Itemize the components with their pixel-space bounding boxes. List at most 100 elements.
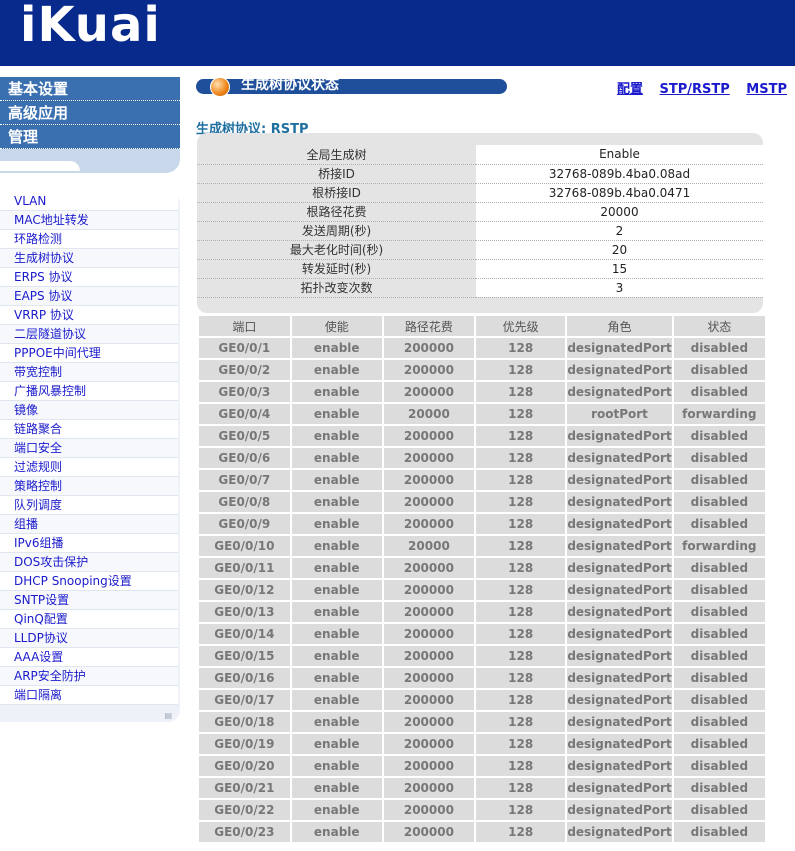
table-cell: designatedPort xyxy=(567,712,672,732)
table-cell: 20000 xyxy=(383,536,475,556)
subnav-item[interactable]: 二层隧道协议 xyxy=(0,325,178,344)
subnav-item[interactable]: VLAN xyxy=(0,192,178,211)
table-row: GE0/0/8 enable 200000 128 designatedPort disa… xyxy=(199,492,765,512)
table-cell: GE0/0/7 xyxy=(199,470,290,490)
top-nav: 基本设置 高级应用 管理 xyxy=(0,77,180,173)
table-cell: designatedPort xyxy=(567,822,672,842)
table-cell: 128 xyxy=(476,492,566,512)
subnav-item[interactable]: 带宽控制 xyxy=(0,363,178,382)
subnav-item[interactable]: DHCP Snooping设置 xyxy=(0,572,178,591)
nav-decoration xyxy=(0,161,80,171)
table-cell: GE0/0/9 xyxy=(199,514,290,534)
stp-info-panel: 全局生成树 Enable 桥接ID 32768-089b.4ba0.08ad 根桥接ID… xyxy=(197,133,763,313)
table-cell: designatedPort xyxy=(567,646,672,666)
table-cell: disabled xyxy=(673,800,765,820)
column-header: 状态 xyxy=(673,316,765,336)
table-cell: 128 xyxy=(476,382,566,402)
config-link[interactable]: 配置 xyxy=(617,82,643,97)
table-cell: disabled xyxy=(673,492,765,512)
info-row: 桥接ID 32768-089b.4ba0.08ad xyxy=(197,164,763,184)
subnav-item[interactable]: 队列调度 xyxy=(0,496,178,515)
subnav-item[interactable]: LLDP协议 xyxy=(0,629,178,648)
table-cell: designatedPort xyxy=(567,602,672,622)
port-status-table: 端口 使能 路径花费 优先级 角色 状态 GE0/0/1 enable 200000 128 de… xyxy=(197,314,767,844)
subnav-item[interactable]: AAA设置 xyxy=(0,648,178,667)
stp-rstp-link[interactable]: STP/RSTP xyxy=(659,82,729,97)
subnav-item[interactable]: SNTP设置 xyxy=(0,591,178,610)
mode-links: 配置 STP/RSTP MSTP xyxy=(605,78,787,97)
sub-nav: VLAN MAC地址转发 环路检测 生成树协议 ERPS 协议 EAPS 协议 VRRP 协… xyxy=(0,192,180,722)
nav-basic-settings[interactable]: 基本设置 xyxy=(0,77,180,101)
table-cell: 200000 xyxy=(383,800,475,820)
table-cell: 200000 xyxy=(383,624,475,644)
table-row: GE0/0/14 enable 200000 128 designatedPort dis… xyxy=(199,624,765,644)
info-key: 根桥接ID xyxy=(197,183,476,203)
info-value: 32768-089b.4ba0.08ad xyxy=(476,164,763,184)
section-title: 生成树协议状态 xyxy=(241,77,339,93)
table-cell: 200000 xyxy=(383,734,475,754)
subnav-item[interactable]: EAPS 协议 xyxy=(0,287,178,306)
subnav-item[interactable]: 链路聚合 xyxy=(0,420,178,439)
subnav-item[interactable]: ERPS 协议 xyxy=(0,268,178,287)
info-value: 20 xyxy=(476,240,763,260)
table-row: GE0/0/5 enable 200000 128 designatedPort disa… xyxy=(199,426,765,446)
subnav-item[interactable]: IPv6组播 xyxy=(0,534,178,553)
table-row: GE0/0/10 enable 20000 128 designatedPort forw… xyxy=(199,536,765,556)
table-row: GE0/0/15 enable 200000 128 designatedPort dis… xyxy=(199,646,765,666)
table-cell: disabled xyxy=(673,690,765,710)
table-cell: GE0/0/19 xyxy=(199,734,290,754)
table-cell: rootPort xyxy=(567,404,672,424)
info-value: Enable xyxy=(476,145,763,165)
table-row: GE0/0/16 enable 200000 128 designatedPort dis… xyxy=(199,668,765,688)
table-cell: forwarding xyxy=(673,404,765,424)
subnav-item[interactable]: MAC地址转发 xyxy=(0,211,178,230)
table-cell: GE0/0/16 xyxy=(199,668,290,688)
table-cell: disabled xyxy=(673,756,765,776)
table-cell: 128 xyxy=(476,404,566,424)
table-cell: 128 xyxy=(476,712,566,732)
table-row: GE0/0/22 enable 200000 128 designatedPort dis… xyxy=(199,800,765,820)
table-row: GE0/0/1 enable 200000 128 designatedPort disa… xyxy=(199,338,765,358)
table-cell: enable xyxy=(291,602,382,622)
table-cell: designatedPort xyxy=(567,514,672,534)
table-cell: 200000 xyxy=(383,690,475,710)
table-cell: forwarding xyxy=(673,536,765,556)
mstp-link[interactable]: MSTP xyxy=(746,82,787,97)
table-cell: 200000 xyxy=(383,360,475,380)
table-cell: designatedPort xyxy=(567,338,672,358)
table-cell: 200000 xyxy=(383,712,475,732)
subnav-item[interactable]: 过滤规则 xyxy=(0,458,178,477)
table-row: GE0/0/2 enable 200000 128 designatedPort disa… xyxy=(199,360,765,380)
subnav-item[interactable]: VRRP 协议 xyxy=(0,306,178,325)
subnav-item[interactable]: DOS攻击保护 xyxy=(0,553,178,572)
table-cell: designatedPort xyxy=(567,360,672,380)
subnav-item[interactable]: 环路检测 xyxy=(0,230,178,249)
table-cell: 200000 xyxy=(383,668,475,688)
subnav-item[interactable]: 广播风暴控制 xyxy=(0,382,178,401)
table-cell: GE0/0/17 xyxy=(199,690,290,710)
nav-management[interactable]: 管理 xyxy=(0,125,180,149)
subnav-item[interactable]: 生成树协议 xyxy=(0,249,178,268)
subnav-item[interactable]: 端口隔离 xyxy=(0,686,178,705)
subnav-item[interactable]: 端口安全 xyxy=(0,439,178,458)
table-cell: 200000 xyxy=(383,514,475,534)
subnav-item[interactable]: 组播 xyxy=(0,515,178,534)
table-cell: designatedPort xyxy=(567,734,672,754)
subnav-item[interactable]: ARP安全防护 xyxy=(0,667,178,686)
info-value: 3 xyxy=(476,278,763,298)
subnav-item[interactable]: PPPOE中间代理 xyxy=(0,344,178,363)
table-cell: designatedPort xyxy=(567,492,672,512)
table-cell: disabled xyxy=(673,382,765,402)
subnav-item[interactable]: 策略控制 xyxy=(0,477,178,496)
table-cell: 20000 xyxy=(383,404,475,424)
subnav-item[interactable]: QinQ配置 xyxy=(0,610,178,629)
table-cell: 128 xyxy=(476,558,566,578)
subnav-item[interactable]: 镜像 xyxy=(0,401,178,420)
table-cell: 128 xyxy=(476,338,566,358)
column-header: 端口 xyxy=(199,316,290,336)
table-cell: GE0/0/22 xyxy=(199,800,290,820)
table-cell: GE0/0/13 xyxy=(199,602,290,622)
table-cell: designatedPort xyxy=(567,470,672,490)
table-cell: enable xyxy=(291,646,382,666)
nav-advanced-apps[interactable]: 高级应用 xyxy=(0,101,180,125)
